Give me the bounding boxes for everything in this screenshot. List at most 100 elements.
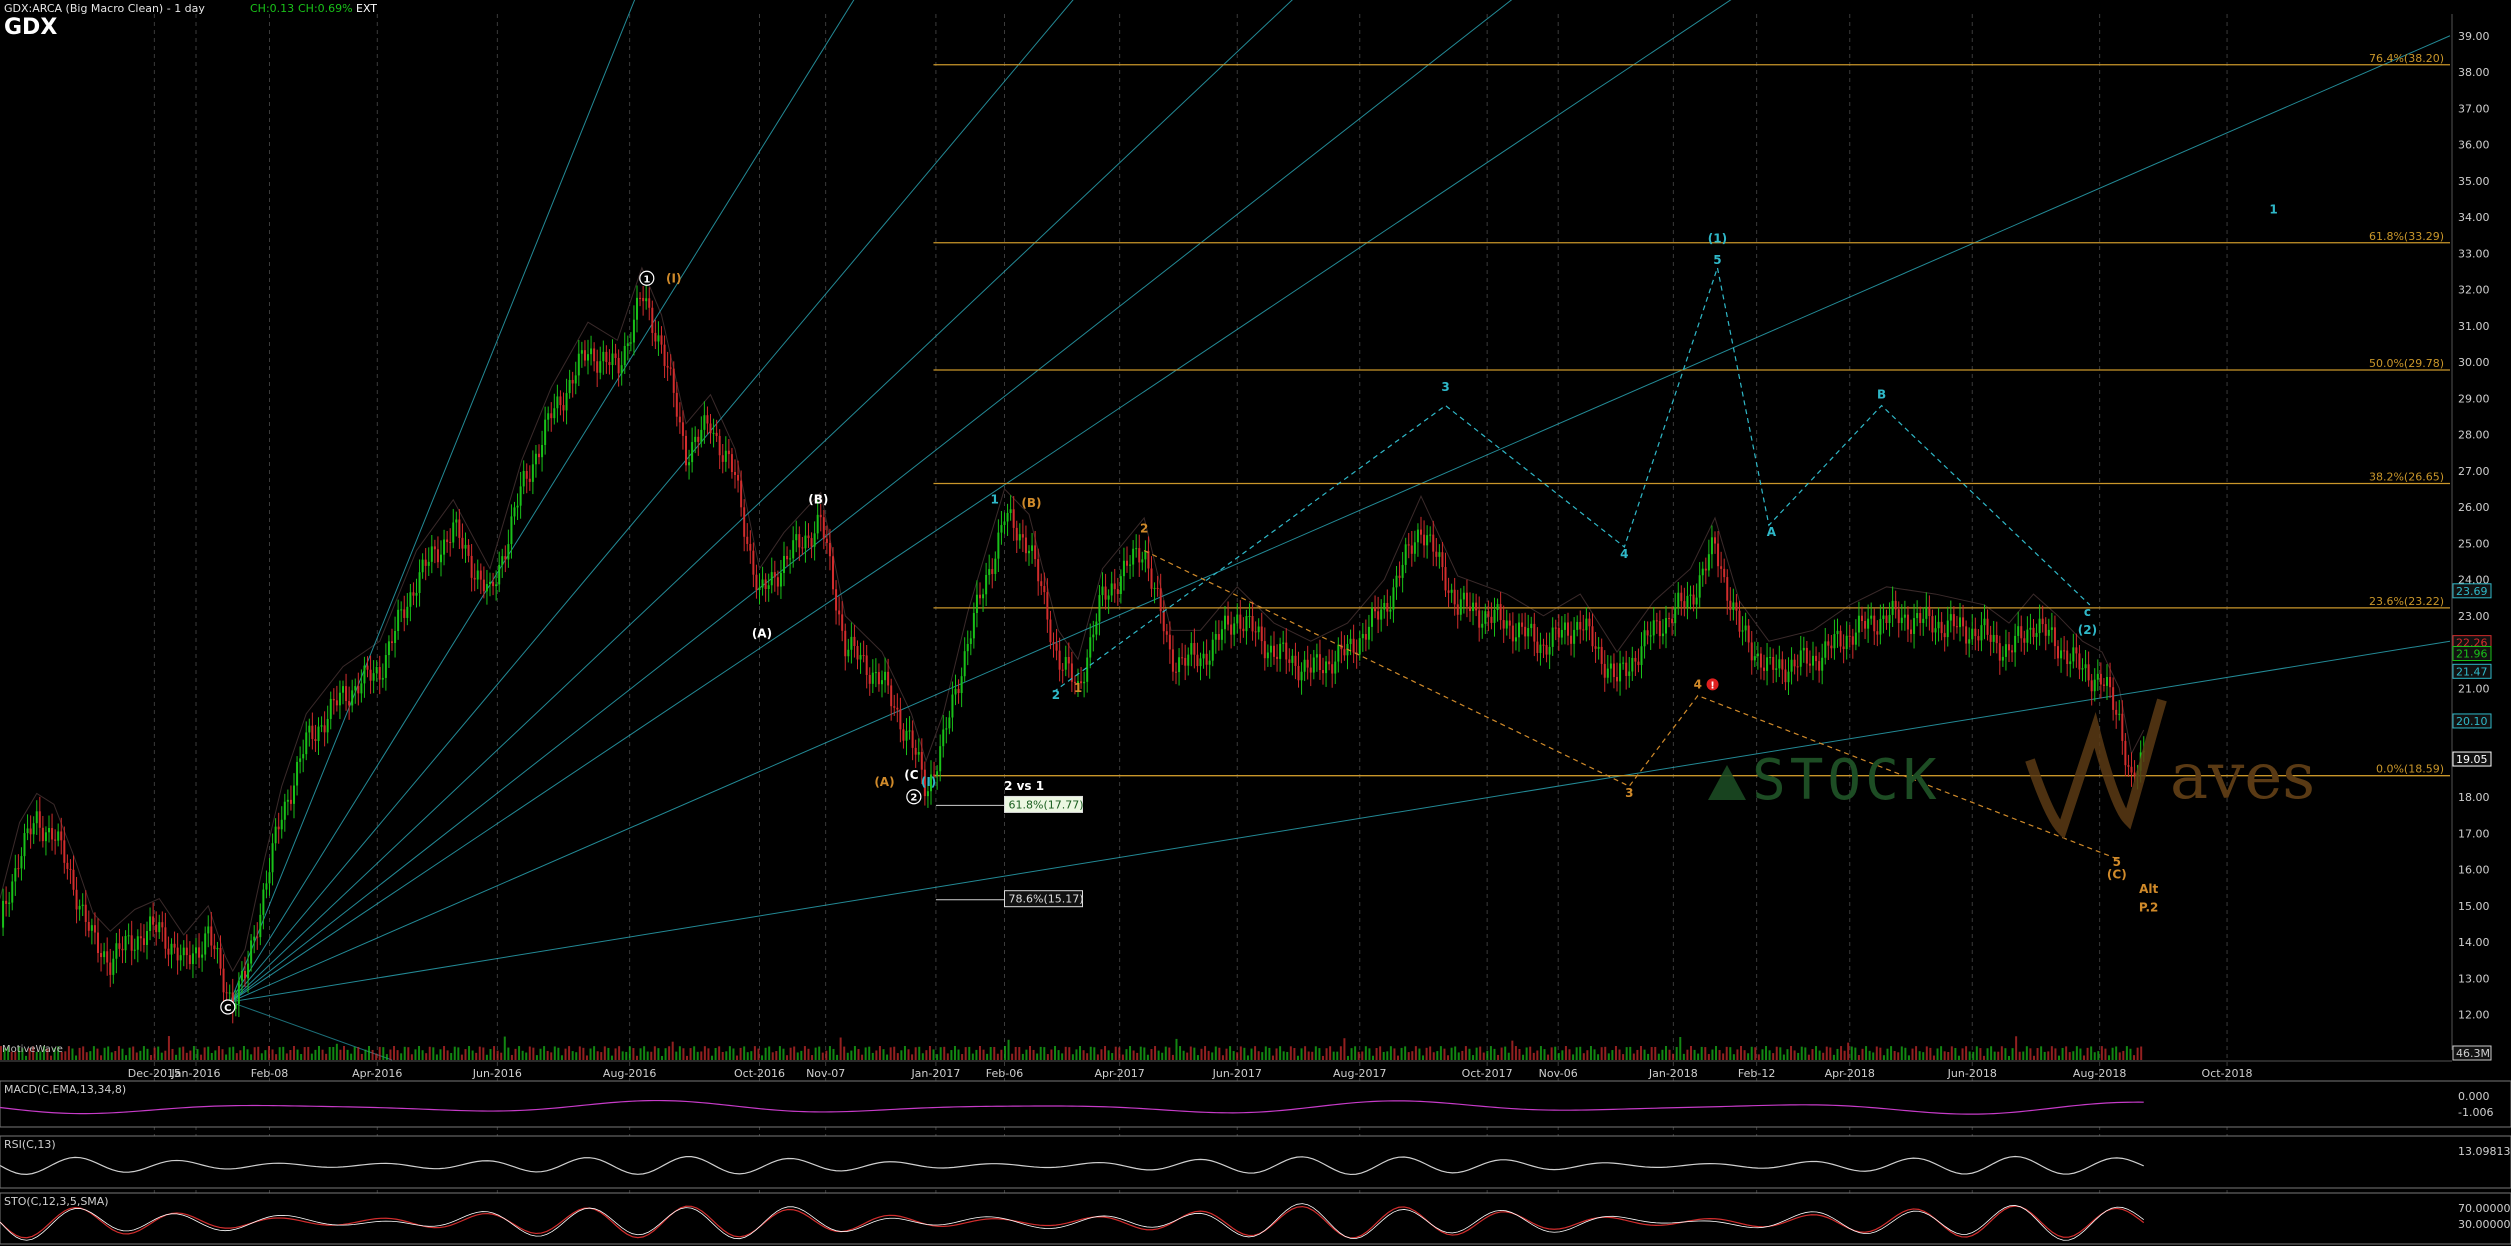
candle-body [675,392,678,417]
time-axis-label: Feb-06 [986,1067,1023,1080]
candle-body [1162,611,1165,632]
candle-body [988,569,991,575]
candle-body [832,556,834,590]
candle-body [1416,529,1419,543]
candle-body [470,555,473,578]
brand-aves: aves [2170,740,2316,814]
candle-body [2127,765,2130,767]
candle-body [1606,668,1609,678]
volume-bar [221,1049,224,1060]
volume-bar [1321,1055,1324,1060]
volume-bar [1332,1051,1335,1060]
candle-body [1916,613,1919,619]
candle-body [1710,537,1713,555]
time-axis-label: Feb-12 [1738,1067,1775,1080]
candle-body [513,507,516,517]
volume-bar [1661,1049,1664,1060]
candle-body [1502,620,1505,629]
volume-bar [982,1049,985,1060]
volume-bar [103,1047,106,1060]
candle-body [436,549,439,563]
volume-bar [1164,1046,1167,1060]
volume-bar [478,1046,481,1060]
volume-bar [632,1048,635,1060]
candle-body [492,581,495,587]
candle-body [1524,626,1527,637]
candle-body [1147,550,1150,569]
volume-bar [482,1047,485,1060]
volume-bar [1668,1049,1671,1060]
wave-label: (C [904,768,918,782]
volume-bar [1064,1046,1067,1060]
volume-bar [1832,1054,1835,1060]
candle-body [1049,619,1052,643]
candle-body [599,361,602,373]
candle-body [1845,635,1848,650]
candle-body [1536,641,1539,653]
candle-body [1055,643,1058,651]
candle-body [1205,653,1208,665]
candle-body [611,353,614,366]
volume-bar [821,1052,824,1060]
candle-body [1239,614,1242,629]
candle-body [1747,625,1750,643]
volume-bar [335,1043,338,1060]
candle-body [1260,626,1263,642]
volume-bar [1307,1051,1310,1060]
wave-label: 1 [1074,681,1082,695]
indicator-name: STO(C,12,3,5,SMA) [4,1195,109,1208]
candle-body [1352,638,1355,653]
candle-body [176,947,179,961]
wave-label: 4 [1620,547,1628,561]
candle-body [590,348,593,355]
candle-body [2032,627,2035,637]
volume-bar [1975,1046,1978,1060]
candle-body [351,690,354,706]
volume-bar [1239,1046,1242,1060]
volume-bar [1293,1048,1296,1060]
candle-body [1799,650,1802,667]
candle-body [648,298,651,308]
volume-bar [1568,1049,1571,1060]
candle-body [1481,623,1484,628]
candle-body [544,419,547,445]
volume-bar [1218,1047,1221,1060]
candle-body [1208,660,1211,665]
candle-body [338,692,341,706]
volume-bar [471,1050,474,1060]
candle-body [1159,588,1162,612]
volume-bar [1625,1047,1628,1060]
candle-body [825,538,828,543]
cyan-wave-projection [1053,265,2091,693]
volume-bar [64,1051,67,1060]
volume-bar [714,1047,717,1060]
volume-bar [117,1046,120,1060]
volume-bar [900,1050,903,1060]
candle-body [1971,628,1974,640]
volume-bar [596,1051,599,1060]
candle-body [1224,615,1226,630]
volume-bar [375,1053,378,1060]
candle-body [623,345,626,366]
indicator-tick: -1.006 [2458,1106,2493,1119]
candle-body [1315,654,1318,658]
volume-bar [1275,1048,1278,1060]
volume-bar [1136,1052,1139,1060]
price-chart[interactable]: 76.4%(38.20) 61.8%(33.29) 50.0%(29.78) 38.2… [0,0,2511,1246]
volume-bar [903,1046,906,1060]
volume-bar [1354,1046,1357,1060]
volume-bar [160,1052,163,1060]
volume-bar [1740,1046,1743,1060]
volume-bar [1857,1055,1860,1060]
candle-body [828,542,831,557]
candle-body [939,746,942,772]
candle-body [467,544,470,556]
candle-body [1300,671,1303,681]
candle-body [1732,602,1735,610]
volume-bar [535,1055,538,1060]
volume-bar [928,1046,931,1060]
candle-body [409,592,412,607]
candle-body [406,606,409,618]
candle-body [1150,568,1153,589]
time-axis-label: Jan-2018 [1648,1067,1698,1080]
